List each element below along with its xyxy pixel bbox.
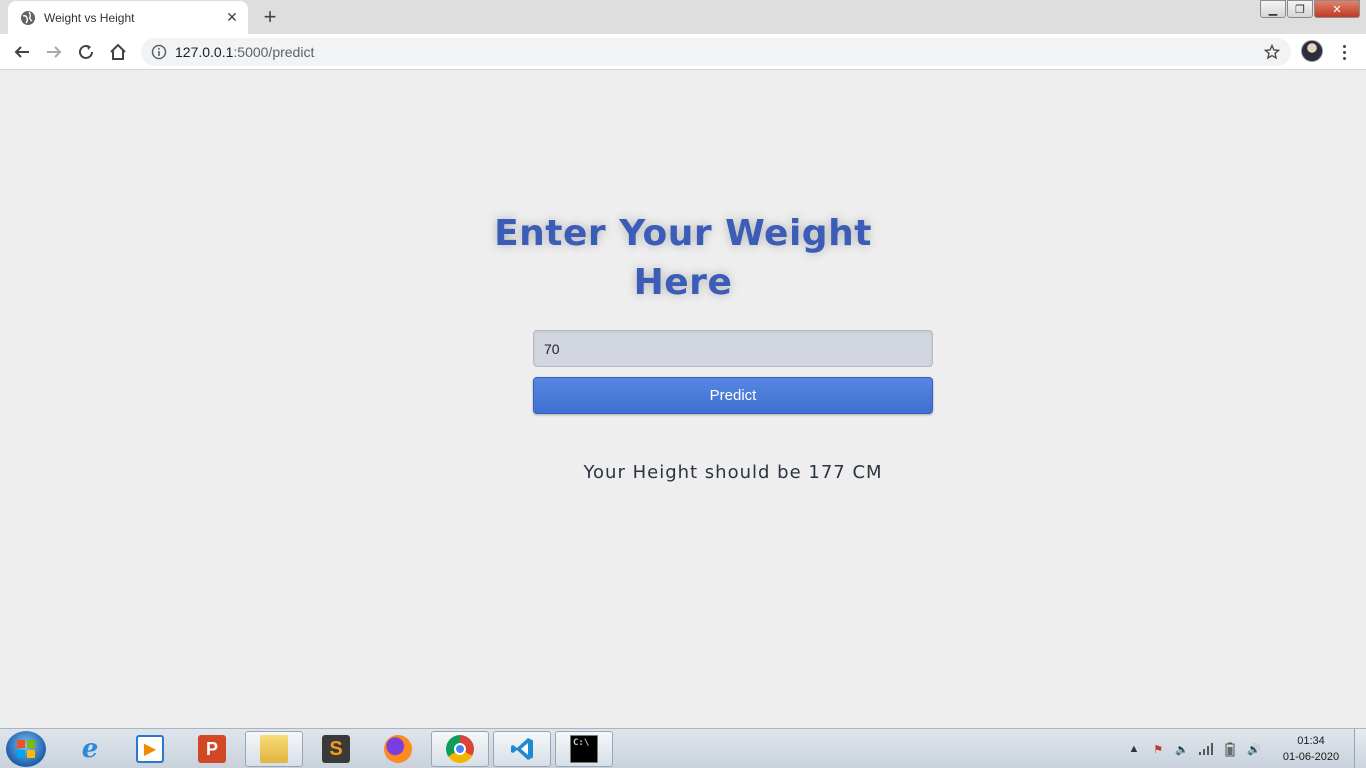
restore-button[interactable]: ❐ bbox=[1287, 0, 1313, 18]
close-window-button[interactable]: ✕ bbox=[1314, 0, 1360, 18]
profile-avatar[interactable] bbox=[1301, 40, 1323, 62]
clock-date: 01-06-2020 bbox=[1282, 751, 1340, 763]
page-content: Enter Your Weight Here Predict Your Heig… bbox=[0, 71, 1366, 728]
windows-logo-icon bbox=[17, 740, 35, 758]
show-hidden-icons-icon[interactable]: ▲ bbox=[1126, 741, 1142, 757]
start-button[interactable] bbox=[6, 731, 46, 767]
arrow-left-icon bbox=[14, 46, 29, 58]
forward-button[interactable] bbox=[40, 38, 68, 66]
reload-button[interactable] bbox=[72, 38, 100, 66]
new-tab-button[interactable]: + bbox=[256, 4, 284, 30]
ie-icon: e bbox=[81, 734, 99, 764]
taskbar-internet-explorer[interactable]: e bbox=[61, 731, 119, 767]
reload-icon bbox=[79, 44, 93, 59]
media-player-icon: ▶ bbox=[136, 735, 164, 763]
battery-icon[interactable] bbox=[1222, 741, 1238, 757]
taskbar: e ▶ P S C:\ ▲ ⚑ 🔈 🔊 01:34 01-06-2020 bbox=[0, 728, 1366, 768]
browser-tab[interactable]: Weight vs Height ✕ bbox=[8, 1, 248, 34]
firefox-icon bbox=[384, 735, 412, 763]
star-icon[interactable] bbox=[1263, 43, 1281, 61]
system-clock[interactable]: 01:34 01-06-2020 bbox=[1276, 733, 1346, 765]
taskbar-chrome[interactable] bbox=[431, 731, 489, 767]
taskbar-file-explorer[interactable] bbox=[245, 731, 303, 767]
prediction-result: Your Height should be 177 CM bbox=[583, 462, 883, 483]
taskbar-sublime-text[interactable]: S bbox=[307, 731, 365, 767]
clock-time: 01:34 bbox=[1297, 735, 1325, 747]
chrome-icon bbox=[446, 735, 474, 763]
show-desktop-button[interactable] bbox=[1354, 729, 1366, 768]
taskbar-command-prompt[interactable]: C:\ bbox=[555, 731, 613, 767]
tab-title: Weight vs Height bbox=[44, 10, 135, 25]
window-controls: ▁ ❐ ✕ bbox=[1259, 0, 1360, 20]
home-icon bbox=[110, 43, 126, 60]
folder-icon bbox=[260, 735, 288, 763]
cmd-icon: C:\ bbox=[570, 735, 598, 763]
url-text: 127.0.0.1:5000/predict bbox=[175, 44, 314, 60]
close-tab-icon[interactable]: ✕ bbox=[224, 9, 240, 26]
taskbar-media-player[interactable]: ▶ bbox=[121, 731, 179, 767]
vscode-icon bbox=[508, 735, 536, 763]
volume-icon[interactable]: 🔊 bbox=[1246, 741, 1262, 757]
speaker-icon[interactable]: 🔈 bbox=[1174, 741, 1190, 757]
globe-icon bbox=[20, 10, 36, 26]
tab-strip: Weight vs Height ✕ + ▁ ❐ ✕ bbox=[0, 0, 1366, 34]
home-button[interactable] bbox=[104, 38, 132, 66]
url-path: :5000/predict bbox=[233, 44, 315, 60]
action-center-flag-icon[interactable]: ⚑ bbox=[1150, 741, 1166, 757]
address-bar[interactable]: 127.0.0.1:5000/predict bbox=[141, 38, 1291, 66]
network-signal-icon[interactable] bbox=[1198, 741, 1214, 757]
back-button[interactable] bbox=[8, 38, 36, 66]
taskbar-vscode[interactable] bbox=[493, 731, 551, 767]
powerpoint-icon: P bbox=[198, 735, 226, 763]
taskbar-powerpoint[interactable]: P bbox=[183, 731, 241, 767]
url-host: 127.0.0.1 bbox=[175, 44, 234, 60]
arrow-right-icon bbox=[47, 46, 62, 58]
sublime-icon: S bbox=[322, 735, 350, 763]
predict-button[interactable]: Predict bbox=[533, 377, 933, 414]
system-tray: ▲ ⚑ 🔈 🔊 bbox=[1126, 733, 1262, 765]
minimize-button[interactable]: ▁ bbox=[1260, 0, 1286, 18]
more-menu-icon[interactable] bbox=[1334, 40, 1354, 64]
browser-toolbar: 127.0.0.1:5000/predict bbox=[0, 34, 1366, 70]
taskbar-firefox[interactable] bbox=[369, 731, 427, 767]
page-heading: Enter Your Weight Here bbox=[494, 213, 872, 303]
weight-input[interactable] bbox=[533, 330, 933, 367]
info-icon[interactable] bbox=[151, 44, 167, 60]
